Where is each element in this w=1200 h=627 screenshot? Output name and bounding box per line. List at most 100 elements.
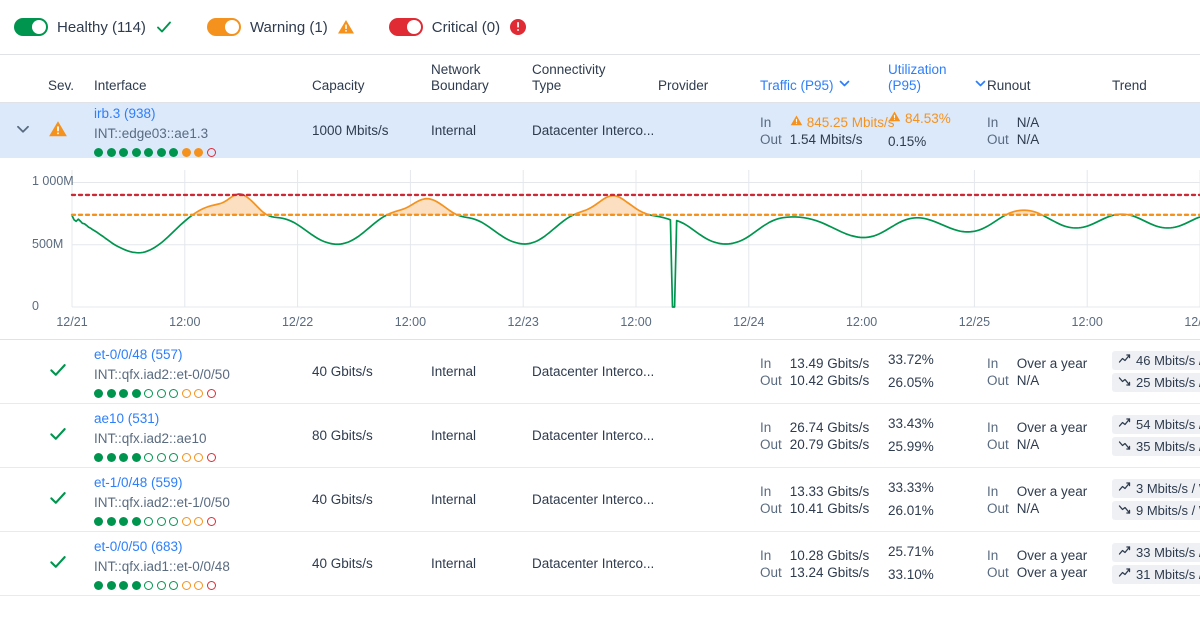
interface-description: INT::qfx.iad2::et-1/0/50: [94, 494, 230, 510]
capacity-value: 40 Gbits/s: [312, 556, 373, 571]
health-dot: [119, 453, 128, 463]
filter-critical-label: Critical (0): [431, 18, 501, 36]
network-boundary-value: Internal: [431, 123, 477, 138]
table-row[interactable]: et-0/0/48 (557) INT::qfx.iad2::et-0/0/50…: [0, 340, 1200, 404]
health-dot: [169, 517, 178, 527]
utilization-out-value: 25.99%: [888, 438, 934, 454]
chart-xtick-label: 12/21: [56, 315, 88, 329]
runout-out-value: Over a year: [1016, 564, 1088, 580]
utilization-out-value: 26.01%: [888, 502, 934, 518]
traffic-out-label: Out: [760, 500, 782, 516]
health-dot: [144, 517, 153, 527]
network-boundary-value: Internal: [431, 492, 477, 507]
utilization-in-text: 84.53%: [905, 110, 951, 126]
header-network-boundary[interactable]: Network Boundary: [431, 62, 532, 94]
health-dot: [106, 389, 116, 399]
traffic-in-label: In: [760, 419, 772, 435]
interface-link[interactable]: irb.3 (938): [94, 104, 312, 124]
trend-in-text: 54 Mbits/s / Wk: [1136, 417, 1200, 432]
table-row[interactable]: ae10 (531) INT::qfx.iad2::ae10 80 Gbits/…: [0, 404, 1200, 468]
health-dot: [119, 517, 128, 527]
traffic-in-value: 845.25 Mbits/s: [790, 114, 895, 130]
traffic-in-label: In: [760, 114, 772, 130]
header-traffic-p95-label: Traffic (P95): [760, 78, 834, 94]
runout-out-value: N/A: [1016, 372, 1040, 388]
filter-warning[interactable]: Warning (1): [206, 18, 355, 36]
runout-cell: In Over a year Out N/A: [987, 484, 1112, 516]
severity-badge: [48, 119, 94, 142]
utilization-out-value: 26.05%: [888, 374, 934, 390]
trend-in-text: 3 Mbits/s / Wk: [1136, 481, 1200, 496]
runout-in-label: In: [987, 483, 999, 499]
severity-badge: [48, 552, 94, 575]
runout-out-value: N/A: [1016, 436, 1040, 452]
table-row[interactable]: et-0/0/50 (683) INT::qfx.iad1::et-0/0/48…: [0, 532, 1200, 596]
interface-cell: et-1/0/48 (559) INT::qfx.iad2::et-1/0/50: [94, 473, 312, 527]
health-dot: [206, 517, 216, 527]
health-dot: [131, 581, 141, 591]
interface-description: INT::qfx.iad2::et-0/0/50: [94, 366, 230, 382]
header-traffic-p95[interactable]: Traffic (P95): [760, 77, 888, 94]
header-capacity[interactable]: Capacity: [312, 78, 431, 94]
header-provider[interactable]: Provider: [658, 78, 760, 94]
table-row[interactable]: et-1/0/48 (559) INT::qfx.iad2::et-1/0/50…: [0, 468, 1200, 532]
health-dot: [119, 581, 128, 591]
trend-in-text: 46 Mbits/s / Wk: [1136, 353, 1200, 368]
interface-link[interactable]: ae10 (531): [94, 409, 312, 429]
filter-healthy[interactable]: Healthy (114): [14, 18, 173, 36]
trend-out-text: 25 Mbits/s / Wk: [1136, 375, 1200, 390]
health-dot: [144, 581, 153, 591]
critical-toggle[interactable]: [388, 18, 423, 36]
interface-link[interactable]: et-0/0/50 (683): [94, 537, 312, 557]
chart-ytick-label: 1 000M: [32, 174, 74, 189]
runout-out-value: N/A: [1016, 131, 1040, 147]
check-icon: [155, 18, 173, 36]
header-utilization-p95[interactable]: Utilization (P95): [888, 62, 987, 94]
expand-toggle[interactable]: [14, 120, 48, 141]
health-dot: [169, 389, 178, 399]
interface-link[interactable]: et-1/0/48 (559): [94, 473, 312, 493]
interface-cell: irb.3 (938) INT::edge03::ae1.3: [94, 104, 312, 158]
runout-cell: In Over a year Out N/A: [987, 420, 1112, 452]
runout-in-value: Over a year: [1016, 483, 1088, 499]
health-dot: [194, 389, 203, 399]
chart-ytick-label: 0: [32, 299, 39, 313]
chart-xtick-label: 12:00: [1071, 315, 1103, 329]
runout-out-label: Out: [987, 372, 1009, 388]
traffic-in-text: 845.25 Mbits/s: [806, 114, 895, 130]
health-dot: [131, 517, 141, 527]
warning-triangle-icon: [337, 18, 355, 36]
table-header-row: Sev. Interface Capacity Network Boundary…: [0, 54, 1200, 103]
filter-critical[interactable]: Critical (0): [388, 18, 527, 36]
healthy-toggle[interactable]: [14, 18, 48, 36]
runout-in-label: In: [987, 355, 999, 371]
connectivity-type-value: Datacenter Interco...: [532, 556, 655, 571]
health-dot: [169, 581, 178, 591]
traffic-in-label: In: [760, 483, 772, 499]
header-connectivity-type[interactable]: Connectivity Type: [532, 62, 658, 94]
traffic-out-value: 20.79 Gbits/s: [789, 436, 870, 452]
warning-triangle-icon: [48, 121, 68, 142]
filter-warning-label: Warning (1): [249, 18, 328, 36]
chart-xtick-label: 12/26: [1184, 315, 1200, 329]
table-row[interactable]: irb.3 (938) INT::edge03::ae1.3 1000 Mbit…: [0, 103, 1200, 158]
traffic-p95-cell: In 26.74 Gbits/s Out 20.79 Gbits/s: [760, 420, 888, 452]
traffic-out-label: Out: [760, 436, 782, 452]
interface-link[interactable]: et-0/0/48 (557): [94, 345, 312, 365]
header-interface[interactable]: Interface: [94, 78, 312, 94]
traffic-in-value: 13.33 Gbits/s: [789, 483, 870, 499]
health-dot: [206, 453, 216, 463]
check-icon: [48, 428, 68, 447]
warning-toggle[interactable]: [206, 18, 241, 36]
health-dot: [206, 581, 216, 591]
header-runout[interactable]: Runout: [987, 78, 1112, 94]
chart-xtick-label: 12:00: [394, 315, 427, 329]
chart-xtick-label: 12/23: [507, 315, 539, 329]
header-trend[interactable]: Trend: [1112, 78, 1200, 94]
health-dot: [106, 453, 116, 463]
trend-out-badge: 25 Mbits/s / Wk: [1112, 373, 1200, 392]
trend-in-badge: 33 Mbits/s / Wk: [1112, 543, 1200, 562]
health-dot: [156, 581, 166, 591]
header-severity[interactable]: Sev.: [48, 78, 94, 94]
trend-out-text: 9 Mbits/s / Wk: [1136, 503, 1200, 518]
